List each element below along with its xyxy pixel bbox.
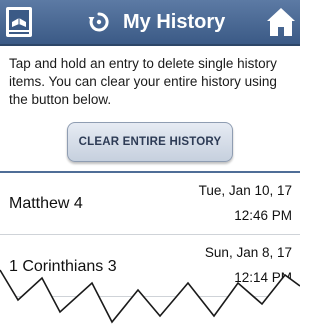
entry-passage: 1 Corinthians 3 <box>9 258 117 275</box>
history-refresh-icon[interactable] <box>87 10 111 34</box>
history-entry[interactable]: Matthew 4 Tue, Jan 10, 17 12:46 PM <box>0 174 300 234</box>
list-top-divider <box>0 171 300 173</box>
entry-time: 12:14 PM <box>234 270 292 285</box>
page-title: My History <box>123 11 226 33</box>
history-screen: My History Tap and hold an entry to dele… <box>0 0 300 328</box>
entry-date: Sun, Jan 8, 17 <box>204 245 292 260</box>
row-divider <box>0 296 300 297</box>
entry-passage: Matthew 4 <box>9 195 83 212</box>
clear-history-button[interactable]: CLEAR ENTIRE HISTORY <box>67 122 233 162</box>
bible-book-icon[interactable] <box>4 5 34 39</box>
entry-date: Tue, Jan 10, 17 <box>198 183 292 198</box>
history-entry[interactable]: 1 Corinthians 3 Sun, Jan 8, 17 12:14 PM <box>0 235 300 295</box>
entry-time: 12:46 PM <box>234 208 292 223</box>
top-bar: My History <box>0 0 300 46</box>
instructions-text: Tap and hold an entry to delete single h… <box>9 56 277 107</box>
home-icon[interactable] <box>265 5 297 39</box>
